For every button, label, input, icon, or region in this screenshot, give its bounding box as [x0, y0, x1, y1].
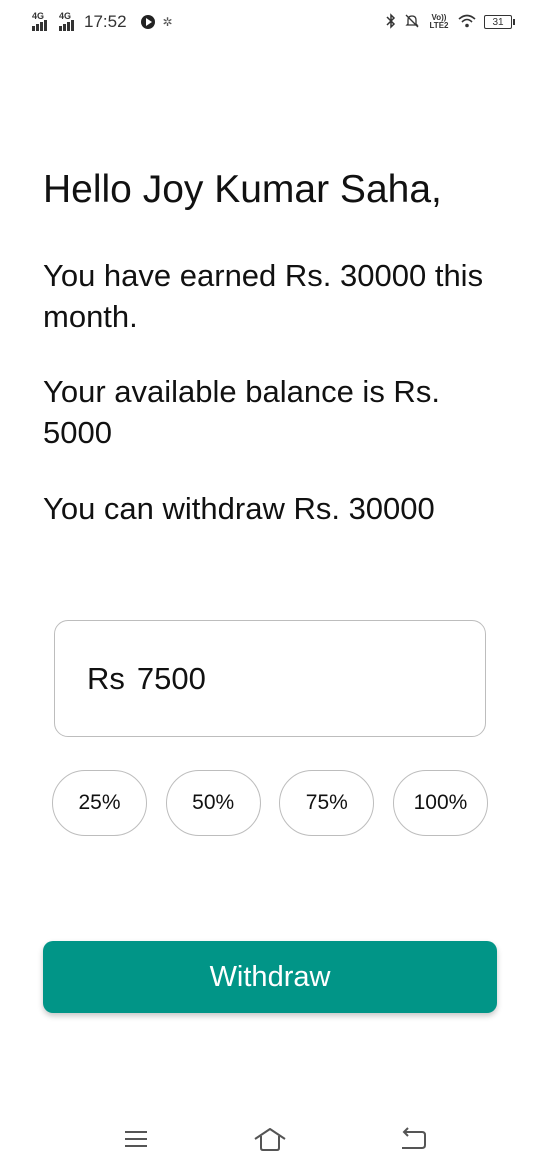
amount-value[interactable]: 7500 [137, 661, 206, 697]
network-type-1: 4G [32, 11, 45, 21]
amount-input[interactable]: Rs 7500 [54, 620, 486, 737]
media-play-icon [140, 15, 155, 29]
network-type-2: 4G [59, 11, 72, 21]
mute-icon [404, 13, 420, 32]
wifi-icon [458, 14, 476, 31]
percent-25-button[interactable]: 25% [52, 770, 147, 836]
percent-100-button[interactable]: 100% [392, 770, 488, 836]
percent-50-button[interactable]: 50% [165, 770, 261, 836]
home-icon[interactable] [250, 1124, 290, 1154]
back-icon[interactable] [392, 1124, 432, 1154]
battery-icon: 31 [484, 15, 515, 29]
status-bar: 4G 4G 17:52 ✲ Vo)) LTE2 31 [0, 0, 540, 44]
signal-icon: 4G [59, 11, 74, 31]
balance-info: Your available balance is Rs. 5000 [43, 374, 440, 450]
status-bar-left: 4G 4G 17:52 ✲ [32, 11, 173, 32]
fan-icon: ✲ [162, 15, 173, 29]
status-time: 17:52 [84, 12, 127, 31]
greeting-heading: Hello Joy Kumar Saha, [43, 168, 442, 211]
signal-icon: 4G [32, 11, 47, 31]
earned-info: You have earned Rs. 30000 this month. [43, 258, 484, 334]
withdraw-button[interactable]: Withdraw [43, 941, 497, 1013]
menu-icon[interactable] [116, 1124, 156, 1154]
currency-label: Rs [87, 660, 125, 696]
percent-75-button[interactable]: 75% [279, 770, 375, 836]
bluetooth-icon [386, 12, 396, 32]
withdrawable-info: You can withdraw Rs. 30000 [43, 491, 435, 526]
status-bar-right: Vo)) LTE2 31 [386, 12, 515, 32]
percent-options: 25% 50% 75% 100% [52, 770, 488, 836]
navigation-bar [0, 1110, 540, 1170]
volte-icon: Vo)) LTE2 [429, 13, 449, 30]
